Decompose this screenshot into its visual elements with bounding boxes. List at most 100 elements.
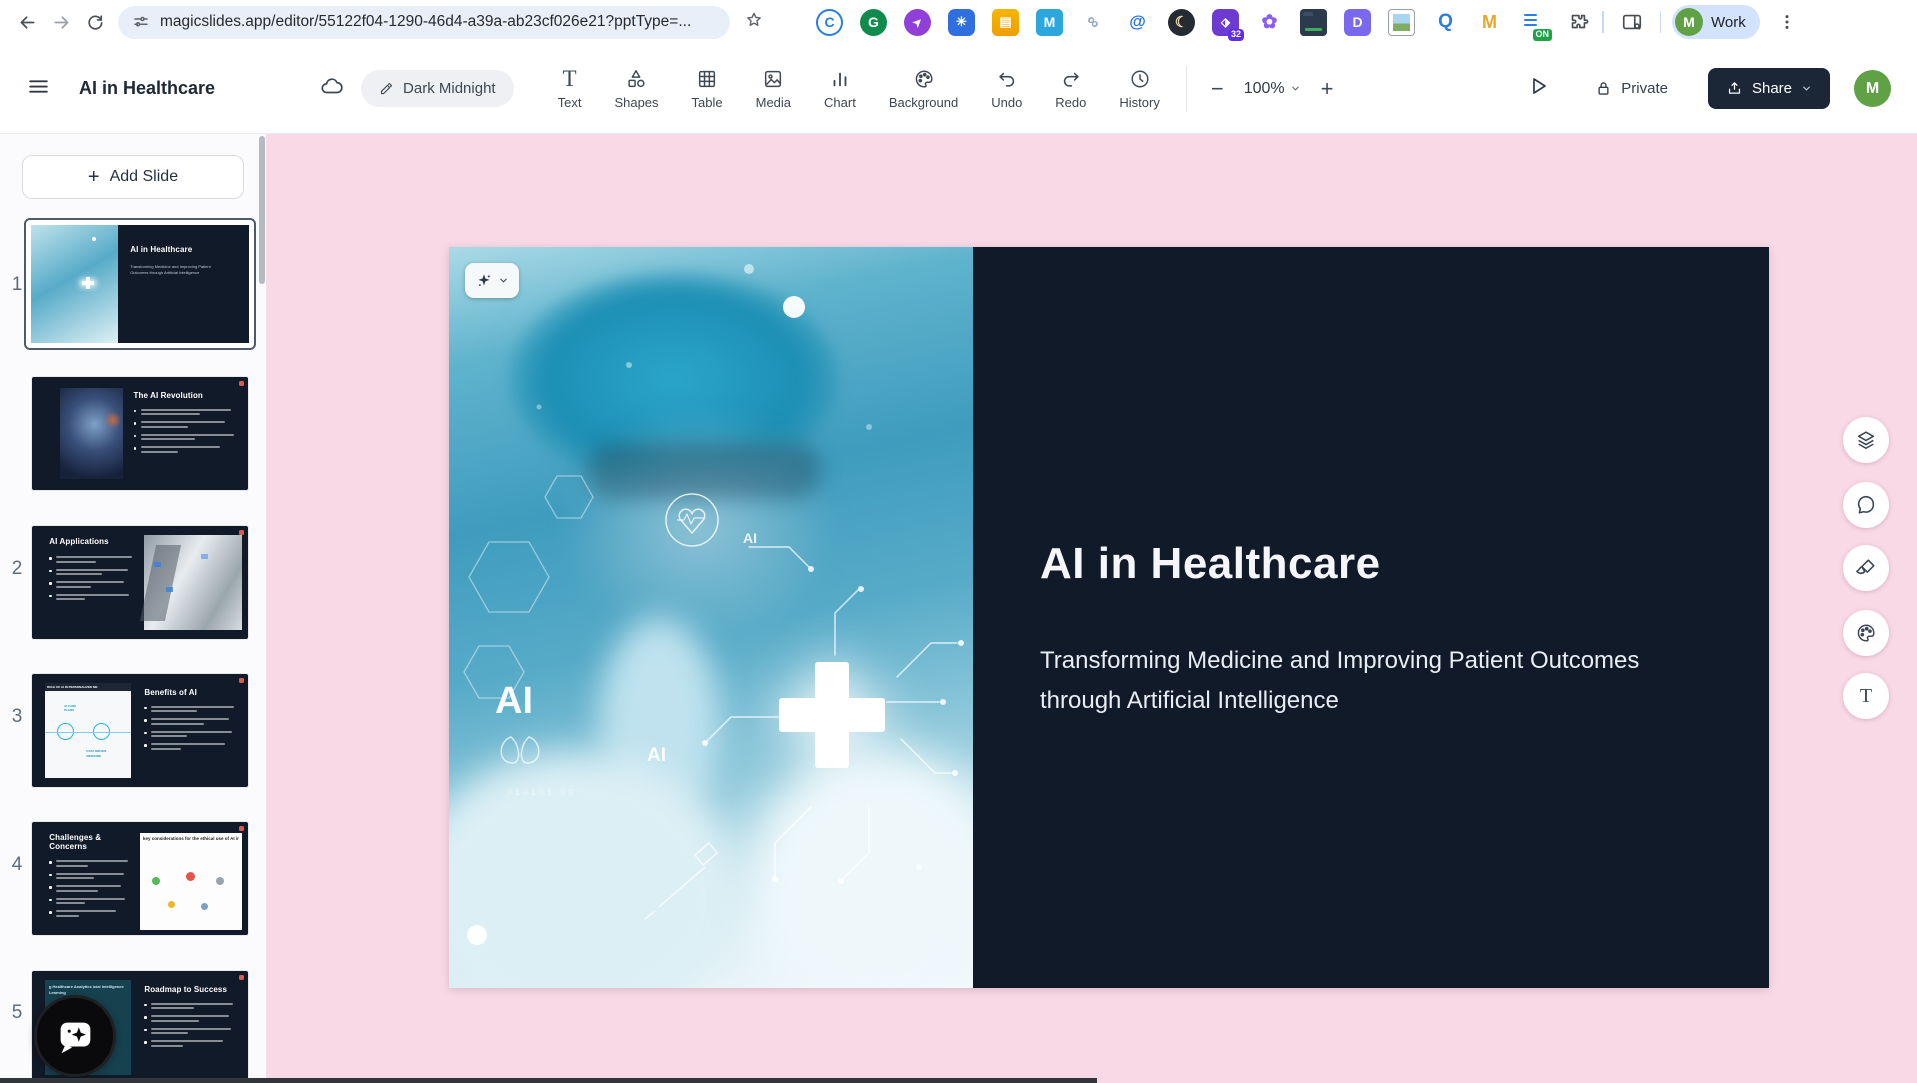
zoom-level-dropdown[interactable]: 100% [1244, 80, 1301, 98]
privacy-toggle[interactable]: Private [1594, 79, 1668, 98]
theme-palette-button[interactable] [1843, 610, 1889, 656]
editor-toolbar: AI in Healthcare Dark Midnight T Text Sh… [0, 44, 1917, 134]
magicslides-editor-page: magicslides.app/editor/55122f04-1290-46d… [0, 0, 1917, 1083]
purple-gear-extension-icon[interactable]: ✿ [1256, 9, 1283, 36]
tool-undo[interactable]: Undo [991, 68, 1022, 110]
style-brush-button[interactable] [1843, 545, 1889, 591]
theme-selector[interactable]: Dark Midnight [361, 70, 514, 107]
browser-toolbar: magicslides.app/editor/55122f04-1290-46d… [0, 0, 1917, 44]
background-icon [915, 69, 933, 88]
zoom-in-button[interactable]: + [1321, 77, 1334, 100]
chat-widget-button[interactable] [34, 995, 116, 1077]
slide-status-dot [239, 975, 244, 980]
layers-icon [1857, 431, 1875, 450]
layers-button[interactable] [1843, 417, 1889, 463]
sidebar-scrollbar-thumb[interactable] [259, 136, 265, 284]
copyright-extension-icon[interactable]: C [816, 8, 843, 36]
thumb-image: key considerations for the ethical use o… [140, 833, 242, 931]
share-button[interactable]: Share [1707, 68, 1830, 109]
blue-q-extension-icon[interactable]: Q [1432, 9, 1459, 36]
private-label: Private [1621, 80, 1668, 97]
slide-thumbnail-3[interactable]: AI Applications [32, 526, 248, 639]
slide-thumbnail-4[interactable]: ROLE OF AI IN PERSONALIZED ME AI CARE PLA… [32, 674, 248, 787]
tool-media[interactable]: Media [756, 68, 791, 110]
thumbnail-preview: AI in Healthcare Transforming Medicine a… [31, 225, 249, 343]
list-on-extension-icon[interactable]: ON [1520, 9, 1552, 41]
bookmark-button[interactable] [744, 10, 764, 35]
reload-button[interactable] [78, 5, 112, 39]
slide-status-dot [239, 826, 244, 831]
tool-shapes[interactable]: Shapes [614, 68, 659, 110]
slide-thumbnail-5[interactable]: Challenges & Concerns key considerations… [32, 822, 248, 935]
link-extension-icon[interactable]: ∞ [1080, 9, 1107, 36]
main-menu-button[interactable] [26, 74, 51, 104]
text-style-icon: T [1859, 685, 1873, 707]
zoom-out-button[interactable]: − [1211, 77, 1224, 100]
lock-icon [1598, 82, 1609, 95]
toolbar-right-group: Private Share M [1526, 68, 1891, 109]
thumb-image: ROLE OF AI IN PERSONALIZED ME AI CARE PLA… [44, 683, 132, 778]
add-slide-button[interactable]: + Add Slide [22, 155, 244, 199]
folder-extension-icon[interactable] [1300, 8, 1327, 36]
zoom-controls: − 100% + [1211, 77, 1334, 100]
at-spiral-extension-icon[interactable]: @ [1124, 9, 1151, 36]
letter-d-extension-icon[interactable]: D [1344, 8, 1371, 36]
slide-1-canvas[interactable]: AI AI AI 010101 00 AI in Healthcare Tran… [449, 247, 1769, 988]
toolbar-separator [1185, 65, 1187, 112]
comment-icon [1857, 495, 1875, 514]
tool-text[interactable]: T Text [558, 65, 582, 110]
tool-chart[interactable]: Chart [824, 68, 856, 110]
browser-profile-button[interactable]: M Work [1672, 5, 1760, 39]
tool-background[interactable]: Background [889, 68, 958, 110]
tool-redo[interactable]: Redo [1055, 68, 1086, 110]
text-style-button[interactable]: T [1843, 673, 1889, 719]
history-icon [1131, 69, 1149, 88]
present-button[interactable] [1526, 74, 1550, 103]
extension-badge-on: ON [1532, 28, 1552, 41]
grammarly-extension-icon[interactable]: G [860, 8, 887, 36]
slide-thumbnail-1-selected[interactable]: AI in Healthcare Transforming Medicine a… [24, 218, 256, 350]
extensions-row: C G ➤ ✳ ▤ M ∞ @ ☾ ⬗ 32 ✿ D Q M ON [816, 8, 1591, 41]
comments-button[interactable] [1843, 482, 1889, 528]
url-text[interactable]: magicslides.app/editor/55122f04-1290-46d… [160, 13, 691, 31]
bookmark-star-icon [747, 12, 761, 26]
address-bar[interactable]: magicslides.app/editor/55122f04-1290-46d… [118, 5, 730, 39]
gold-m-extension-icon[interactable]: M [1476, 9, 1503, 36]
forward-button[interactable] [44, 5, 78, 39]
editor-canvas: AI AI AI 010101 00 AI in Healthcare Tran… [266, 134, 1917, 1083]
redo-icon [1063, 72, 1079, 87]
brush-icon [1856, 559, 1875, 575]
user-avatar[interactable]: M [1854, 70, 1891, 107]
bottom-edge-bar [0, 1078, 1097, 1083]
tool-history[interactable]: History [1119, 68, 1160, 110]
chart-icon [833, 72, 847, 86]
shapes-icon [628, 69, 646, 87]
kebab-menu-icon [1785, 15, 1789, 29]
extensions-puzzle-icon[interactable] [1564, 9, 1591, 36]
browser-menu-button[interactable] [1770, 5, 1804, 39]
site-settings-icon[interactable] [132, 13, 150, 31]
magic-cursor-extension-icon[interactable]: ➤ [904, 8, 931, 36]
slide-subtitle[interactable]: Transforming Medicine and Improving Pati… [1040, 641, 1639, 721]
slide-title[interactable]: AI in Healthcare [1040, 539, 1381, 589]
mail-extension-icon[interactable]: M [1036, 8, 1063, 36]
snowflake-extension-icon[interactable]: ✳ [948, 8, 975, 36]
tool-table[interactable]: Table [692, 68, 723, 110]
undo-icon [999, 72, 1014, 87]
slide-number: 5 [11, 1002, 23, 1023]
photo-ai-label-small: AI [743, 530, 757, 546]
forward-icon [54, 15, 68, 29]
side-panel-button[interactable] [1615, 5, 1649, 39]
back-button[interactable] [10, 5, 44, 39]
text-icon: T [562, 65, 577, 91]
slide-thumbnail-2[interactable]: The AI Revolution [32, 377, 248, 490]
ai-tools-button[interactable] [465, 263, 519, 298]
picture-extension-icon[interactable] [1388, 8, 1415, 36]
slide-photo[interactable]: AI AI AI 010101 00 [449, 247, 973, 988]
chat-widget-icon [60, 1022, 91, 1054]
document-title[interactable]: AI in Healthcare [79, 78, 215, 99]
thumb-photo [31, 225, 119, 343]
purple-shield-extension-icon[interactable]: ⬗ 32 [1212, 8, 1244, 41]
presentation-extension-icon[interactable]: ▤ [992, 8, 1019, 36]
dark-swirl-extension-icon[interactable]: ☾ [1168, 8, 1195, 36]
